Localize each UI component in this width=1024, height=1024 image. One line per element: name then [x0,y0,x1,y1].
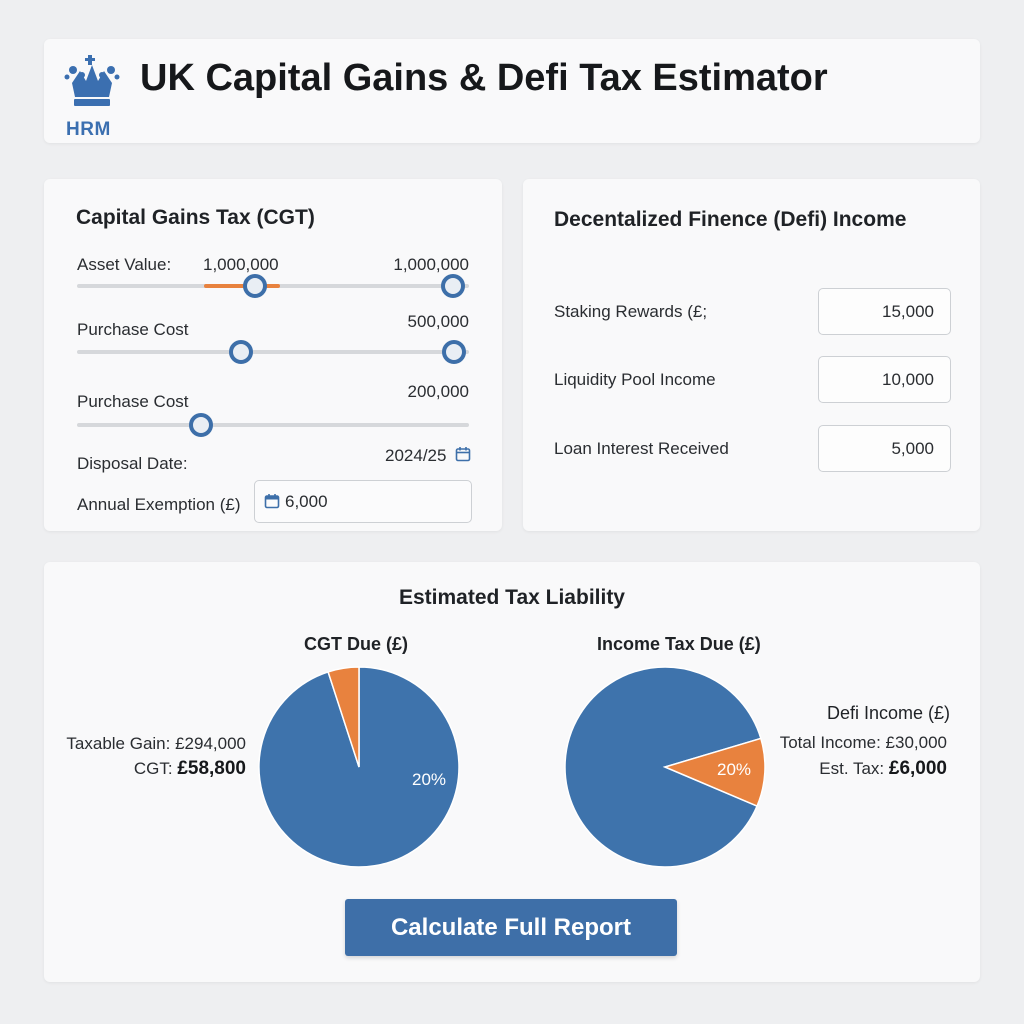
est-tax-label: Est. Tax: [819,759,889,778]
purchase-cost-slider[interactable] [77,350,469,354]
cgt-pie-title: CGT Due (£) [304,634,409,654]
asset-value-range-fill [204,284,280,288]
total-income-text: Total Income: £30,000 [779,733,947,752]
cgt-title: Capital Gains Tax (CGT) [76,206,315,229]
loan-interest-input[interactable]: 5,000 [818,425,951,472]
liquidity-pool-input[interactable]: 10,000 [818,356,951,403]
calendar-icon [264,494,280,509]
asset-value-min-thumb[interactable] [243,274,267,298]
purchase-cost-2-slider[interactable] [77,423,469,427]
disposal-date-value[interactable]: 2024/25 [385,446,446,466]
cgt-amount-line: CGT: £58,800 [134,758,246,780]
asset-value-slider[interactable] [77,284,469,288]
asset-value-label: Asset Value: [77,255,172,274]
calculate-report-button[interactable]: Calculate Full Report [345,899,677,956]
income-pie-slice-label-1: 20% [717,760,751,779]
asset-value-min: 1,000,000 [203,255,279,274]
est-tax-line: Est. Tax: £6,000 [819,758,947,780]
income-pie-title: Income Tax Due (£) [597,634,761,654]
cgt-panel: Capital Gains Tax (CGT) Asset Value: 1,0… [44,179,502,531]
crown-icon [64,55,120,106]
page-title: UK Capital Gains & Defi Tax Estimator [140,57,828,99]
purchase-cost-2-thumb[interactable] [189,413,213,437]
loan-interest-label: Loan Interest Received [554,439,729,458]
cgt-amount-label: CGT: [133,759,178,778]
defi-title: Decentalized Finence (Defi) Income [554,208,907,231]
calendar-icon[interactable] [455,446,471,462]
purchase-cost-2-label: Purchase Cost [77,392,189,411]
disposal-date-label: Disposal Date: [77,454,188,473]
defi-panel: Decentalized Finence (Defi) Income Staki… [523,179,980,531]
income-pie-chart: 20% [564,666,766,868]
purchase-cost-2-value: 200,000 [407,382,469,401]
header-card: HRM UK Capital Gains & Defi Tax Estimato… [44,39,980,143]
cgt-amount-value: £58,800 [177,758,246,779]
liquidity-pool-label: Liquidity Pool Income [554,370,716,389]
purchase-cost-max-thumb[interactable] [442,340,466,364]
logo-text: HRM [66,119,111,140]
est-tax-value: £6,000 [888,758,947,779]
defi-income-legend-title: Defi Income (£) [826,703,950,723]
staking-rewards-label: Staking Rewards (£; [554,302,708,321]
hrm-logo: HRM [64,53,120,140]
cgt-pie-chart: 20% [258,666,460,868]
results-title: Estimated Tax Liability [398,586,625,609]
purchase-cost-label: Purchase Cost [77,320,189,339]
asset-value-max: 1,000,000 [393,255,469,274]
annual-exemption-input[interactable]: 6,000 [254,480,472,523]
purchase-cost-value: 500,000 [407,312,469,331]
asset-value-max-thumb[interactable] [441,274,465,298]
results-panel: Estimated Tax Liability CGT Due (£) 20% … [44,562,980,982]
annual-exemption-value: 6,000 [285,492,328,511]
purchase-cost-min-thumb[interactable] [229,340,253,364]
taxable-gain-text: Taxable Gain: £294,000 [66,734,246,753]
cgt-pie-slice-label-0: 20% [412,770,446,789]
staking-rewards-input[interactable]: 15,000 [818,288,951,335]
annual-exemption-label: Annual Exemption (£) [77,495,241,514]
